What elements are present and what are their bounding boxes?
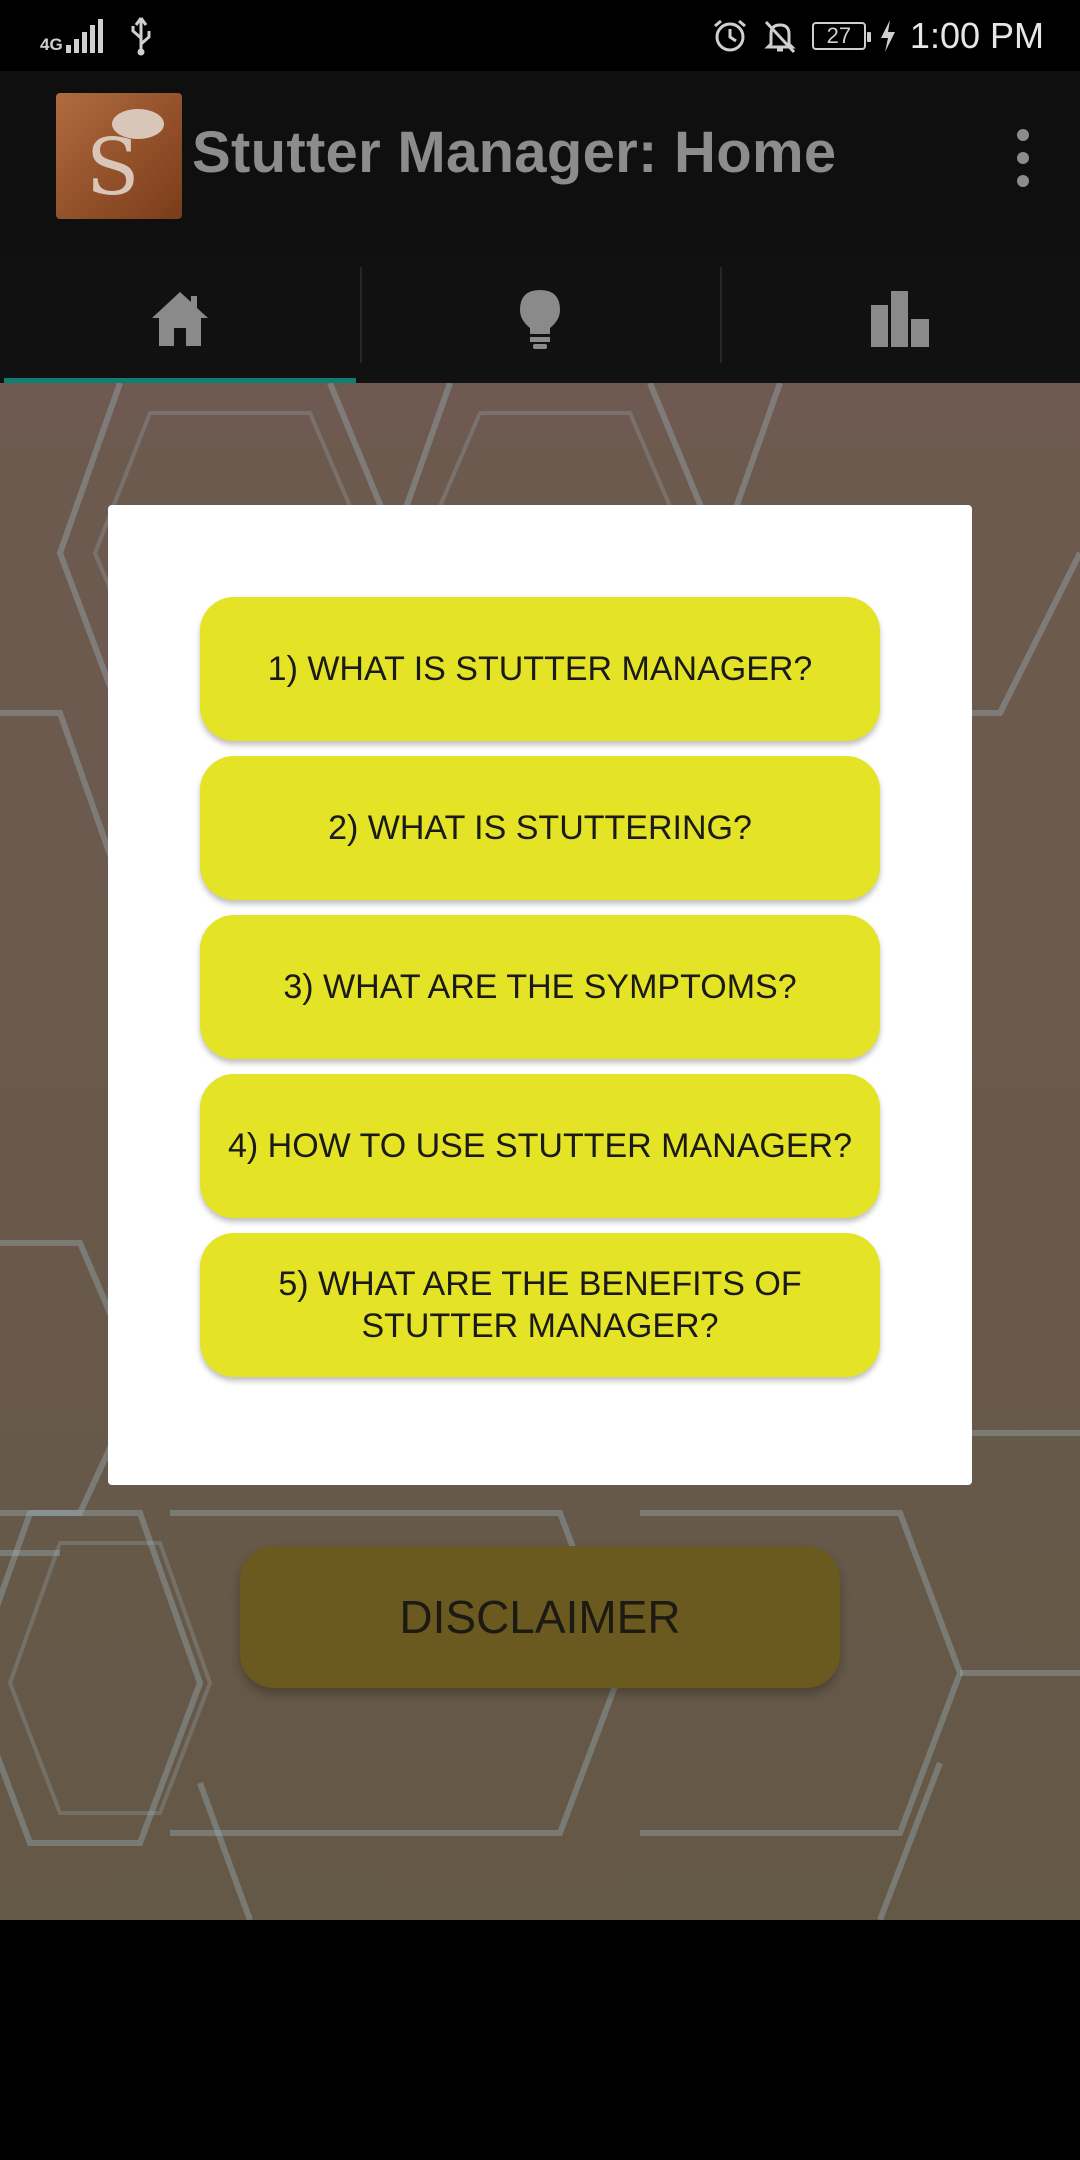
disclaimer-button[interactable]: DISCLAIMER — [240, 1546, 840, 1688]
tab-stats[interactable] — [720, 255, 1080, 383]
charging-icon — [880, 20, 895, 52]
home-icon — [152, 292, 208, 346]
tab-home[interactable] — [0, 255, 360, 383]
app-bar: S Stutter Manager: Home — [0, 71, 1080, 255]
app-logo: S — [56, 93, 182, 219]
faq-button-how-to-use[interactable]: 4) HOW TO USE STUTTER MANAGER? — [200, 1074, 880, 1218]
system-nav-bar — [0, 1920, 1080, 2160]
signal-icon: 4G — [40, 19, 106, 53]
bell-off-icon — [764, 20, 796, 54]
status-bar: 4G 27 1:00 PM — [0, 0, 1080, 71]
logo-letter: S — [86, 123, 140, 213]
faq-button-list: 1) WHAT IS STUTTER MANAGER? 2) WHAT IS S… — [200, 597, 880, 1392]
faq-button-what-is-stutter-manager[interactable]: 1) WHAT IS STUTTER MANAGER? — [200, 597, 880, 741]
overflow-menu-button[interactable] — [1016, 129, 1030, 199]
network-type: 4G — [40, 35, 63, 54]
app-title: Stutter Manager: Home — [192, 120, 837, 185]
faq-button-what-is-stuttering[interactable]: 2) WHAT IS STUTTERING? — [200, 756, 880, 900]
status-right: 27 1:00 PM — [712, 12, 1044, 60]
faq-button-benefits[interactable]: 5) WHAT ARE THE BENEFITS OF STUTTER MANA… — [200, 1233, 880, 1377]
clock: 1:00 PM — [909, 15, 1044, 56]
usb-icon — [131, 17, 151, 56]
status-left: 4G — [40, 14, 154, 58]
tab-tips[interactable] — [360, 255, 720, 383]
tab-bar — [0, 255, 1080, 383]
faq-button-symptoms[interactable]: 3) WHAT ARE THE SYMPTOMS? — [200, 915, 880, 1059]
lightbulb-icon — [520, 290, 560, 349]
battery-icon: 27 — [811, 22, 871, 50]
alarm-icon — [713, 19, 746, 52]
more-vert-icon — [1017, 129, 1029, 141]
faq-dialog: 1) WHAT IS STUTTER MANAGER? 2) WHAT IS S… — [108, 505, 972, 1485]
bar-chart-icon — [871, 291, 929, 347]
